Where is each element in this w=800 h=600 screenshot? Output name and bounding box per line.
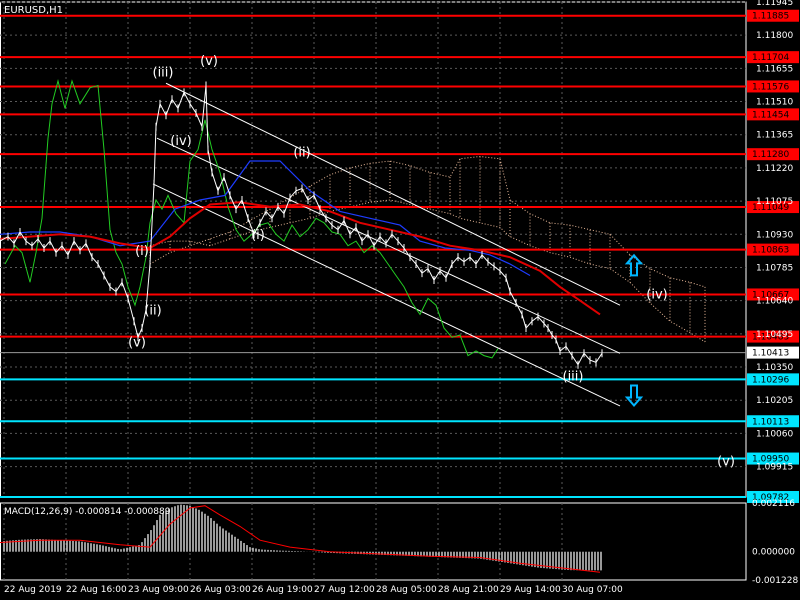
wave-label: (v) xyxy=(128,335,146,350)
level-label: 1.10296 xyxy=(752,375,789,385)
x-tick-label: 30 Aug 07:00 xyxy=(562,585,623,595)
wave-label: (iii) xyxy=(153,65,174,80)
y-tick-label: 1.11365 xyxy=(756,131,793,141)
y-tick-label: 1.10930 xyxy=(756,230,793,240)
x-tick-label: 22 Aug 2019 xyxy=(4,585,62,595)
macd-y-tick-label: 0.000000 xyxy=(752,548,795,558)
y-tick-label: 1.10205 xyxy=(756,396,793,406)
x-tick-label: 23 Aug 09:00 xyxy=(128,585,189,595)
current-price-label: 1.10413 xyxy=(752,349,789,359)
macd-y-tick-label: 0.002116 xyxy=(752,499,795,509)
level-label: 1.10863 xyxy=(752,246,789,256)
y-tick-label: 1.11510 xyxy=(756,98,793,108)
level-label: 1.11576 xyxy=(752,82,789,92)
y-tick-label: 1.10060 xyxy=(756,429,793,439)
y-tick-label: 1.10640 xyxy=(756,297,793,307)
wave-label: (iv) xyxy=(170,134,191,149)
wave-label: (iv) xyxy=(646,287,667,302)
level-label: 1.11454 xyxy=(752,110,789,120)
x-tick-label: 28 Aug 21:00 xyxy=(438,585,499,595)
x-tick-label: 29 Aug 14:00 xyxy=(500,585,561,595)
y-tick-label: 1.10495 xyxy=(756,330,793,340)
x-tick-label: 22 Aug 16:00 xyxy=(66,585,127,595)
y-tick-label: 1.11075 xyxy=(756,197,793,207)
macd-y-tick-label: -0.001228 xyxy=(752,576,798,586)
level-label: 1.10113 xyxy=(752,417,789,427)
y-tick-label: 1.10350 xyxy=(756,363,793,373)
wave-label: (i) xyxy=(251,228,265,243)
y-tick-label: 1.10785 xyxy=(756,263,793,273)
x-tick-label: 26 Aug 19:00 xyxy=(252,585,313,595)
macd-title: MACD(12,26,9) -0.000814 -0.000889 xyxy=(4,507,171,517)
wave-label: (v) xyxy=(717,454,735,469)
level-label: 1.11704 xyxy=(752,53,789,63)
level-label: 1.11280 xyxy=(752,150,789,160)
y-tick-label: 1.11800 xyxy=(756,31,793,41)
y-tick-label: 1.09915 xyxy=(756,463,793,473)
wave-label: (i) xyxy=(135,244,149,259)
wave-label: (iii) xyxy=(563,370,584,385)
wave-label: (ii) xyxy=(293,145,310,160)
symbol-label: EURUSD,H1 xyxy=(4,5,63,16)
level-label: 1.11885 xyxy=(752,12,789,22)
x-tick-label: 28 Aug 05:00 xyxy=(376,585,437,595)
wave-label: (ii) xyxy=(144,303,161,318)
x-tick-label: 26 Aug 03:00 xyxy=(190,585,251,595)
y-tick-label: 1.11655 xyxy=(756,64,793,74)
y-tick-label: 1.11220 xyxy=(756,164,793,174)
wave-label: (v) xyxy=(200,54,218,69)
price-chart[interactable]: 1.11885 1.11704 1.11576 1.11454 1.11280 1.110… xyxy=(0,0,800,600)
y-tick-label: 1.11945 xyxy=(756,0,793,8)
x-tick-label: 27 Aug 12:00 xyxy=(314,585,375,595)
